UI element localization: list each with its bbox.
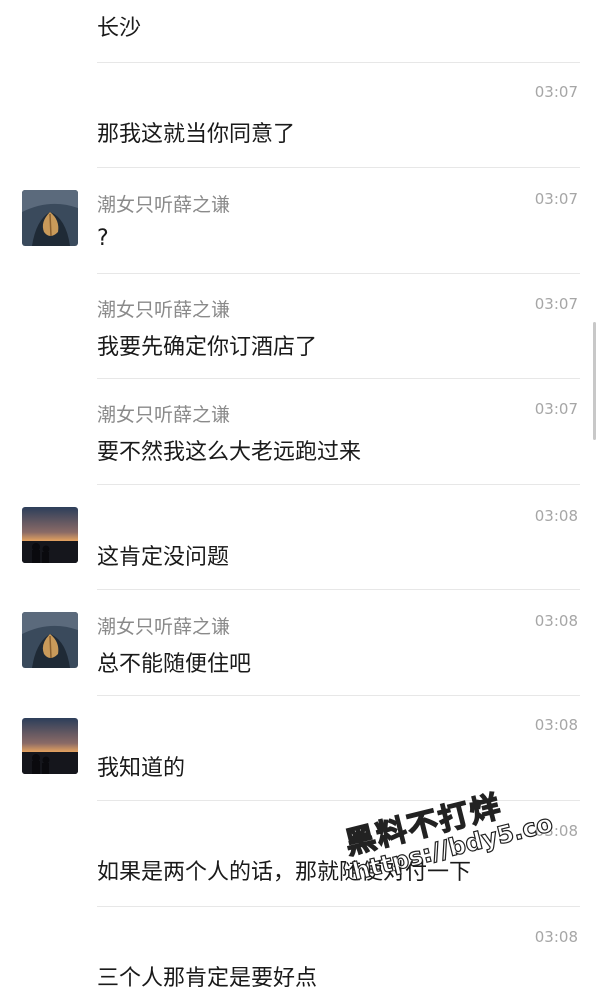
message-time: 03:07 — [534, 295, 578, 313]
message-time: 03:08 — [534, 507, 578, 525]
message-row[interactable]: 潮女只听薛之谦 03:07 我要先确定你订酒店了 — [0, 274, 600, 379]
message-time: 03:07 — [534, 83, 578, 101]
message-time: 03:08 — [534, 612, 578, 630]
sender-name: 潮女只听薛之谦 — [97, 404, 231, 426]
message-row[interactable]: 潮女只听薛之谦 03:08 总不能随便住吧 — [0, 590, 600, 695]
message-row[interactable]: 长沙 — [0, 0, 600, 63]
message-text: 我要先确定你订酒店了 — [97, 335, 318, 360]
message-row[interactable]: 03:08 三个人那肯定是要好点 — [0, 907, 600, 1001]
leaf-avatar-icon — [22, 190, 78, 246]
message-time: 03:08 — [534, 928, 578, 946]
message-text: 那我这就当你同意了 — [97, 122, 296, 147]
avatar-leaf[interactable] — [22, 612, 78, 668]
avatar-sunset[interactable] — [22, 718, 78, 774]
message-text: 总不能随便住吧 — [97, 652, 252, 677]
sunset-avatar-icon — [22, 507, 78, 563]
message-time: 03:07 — [534, 190, 578, 208]
message-row[interactable]: 03:08 我知道的 — [0, 696, 600, 801]
leaf-avatar-icon — [22, 612, 78, 668]
sender-name: 潮女只听薛之谦 — [97, 299, 231, 321]
message-row[interactable]: 潮女只听薛之谦 03:07 ? — [0, 168, 600, 273]
message-text: 长沙 — [97, 16, 142, 41]
message-time: 03:07 — [534, 400, 578, 418]
message-row[interactable]: 03:08 这肯定没问题 — [0, 485, 600, 590]
message-row[interactable]: 03:08 如果是两个人的话，那就随便对付一下 — [0, 801, 600, 906]
sunset-avatar-icon — [22, 718, 78, 774]
message-text: ? — [97, 226, 109, 251]
message-row[interactable]: 03:07 那我这就当你同意了 — [0, 63, 600, 168]
avatar-leaf[interactable] — [22, 190, 78, 246]
sender-name: 潮女只听薛之谦 — [97, 194, 231, 216]
message-time: 03:08 — [534, 822, 578, 840]
message-text: 我知道的 — [97, 756, 186, 781]
message-text: 三个人那肯定是要好点 — [97, 966, 318, 991]
sender-name: 潮女只听薛之谦 — [97, 616, 231, 638]
message-text: 如果是两个人的话，那就随便对付一下 — [97, 860, 472, 885]
message-time: 03:08 — [534, 716, 578, 734]
avatar-sunset[interactable] — [22, 507, 78, 563]
message-text: 要不然我这么大老远跑过来 — [97, 440, 362, 465]
message-text: 这肯定没问题 — [97, 545, 230, 570]
message-row[interactable]: 潮女只听薛之谦 03:07 要不然我这么大老远跑过来 — [0, 379, 600, 484]
